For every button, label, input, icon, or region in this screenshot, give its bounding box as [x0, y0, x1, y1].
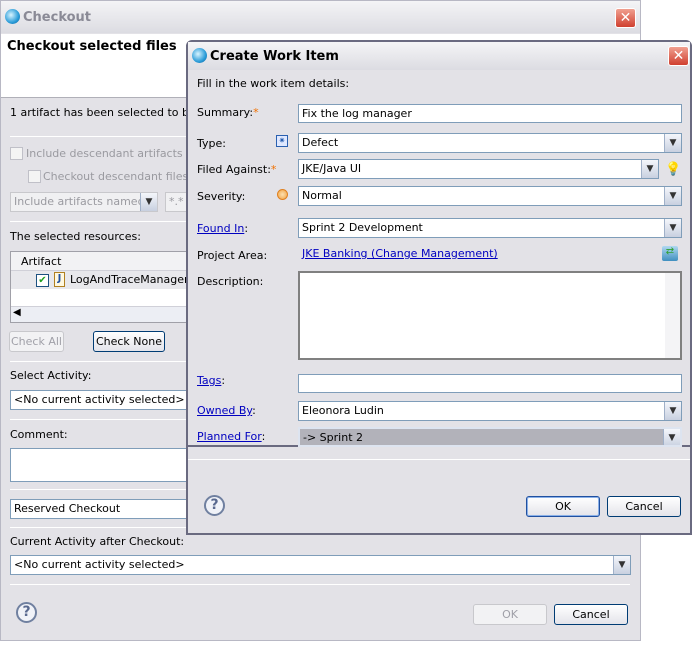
scroll-left-icon[interactable]: ◀: [13, 307, 21, 318]
description-label: Description:: [197, 275, 264, 288]
planned-for-label: Planned For:: [197, 430, 266, 443]
severity-normal-icon: [277, 189, 288, 200]
checkout-descendants-checkbox[interactable]: [28, 170, 41, 183]
table-row[interactable]: ✔ J LogAndTraceManager.ja: [11, 271, 201, 289]
info-text: 1 artifact has been selected to be ch: [10, 106, 213, 119]
filed-against-value: JKE/Java UI: [302, 162, 362, 175]
artifact-name: LogAndTraceManager.ja: [70, 273, 201, 286]
check-all-button[interactable]: Check All: [9, 331, 64, 352]
planned-for-select[interactable]: -> Sprint 2 ▼: [298, 427, 682, 447]
check-none-button[interactable]: Check None: [93, 331, 165, 352]
chevron-down-icon: ▼: [663, 429, 680, 445]
category-lightbulb-icon[interactable]: 💡: [665, 162, 681, 177]
chevron-down-icon: ▼: [613, 556, 630, 574]
work-item-title-bar: Create Work Item ✕: [188, 42, 690, 70]
intro-text: Fill in the work item details:: [197, 77, 350, 90]
project-area-label: Project Area:: [197, 249, 268, 262]
work-item-title: Create Work Item: [210, 48, 339, 64]
cancel-button[interactable]: Cancel: [554, 604, 628, 625]
ok-button[interactable]: OK: [526, 496, 600, 517]
help-icon[interactable]: ?: [16, 602, 37, 623]
found-in-label: Found In:: [197, 222, 249, 235]
chevron-down-icon: ▼: [664, 187, 681, 205]
checkout-title: Checkout: [23, 9, 92, 25]
current-activity-label: Current Activity after Checkout:: [10, 535, 185, 548]
include-descendants-label: Include descendant artifacts of th: [26, 147, 212, 160]
owned-by-select[interactable]: Eleonora Ludin ▼: [298, 401, 682, 421]
close-icon[interactable]: ✕: [615, 8, 636, 28]
app-logo-icon: [5, 9, 20, 24]
create-work-item-dialog: Create Work Item ✕ Fill in the work item…: [186, 40, 692, 447]
tags-label: Tags:: [197, 374, 226, 387]
type-value: Defect: [302, 136, 339, 149]
comment-label: Comment:: [10, 428, 68, 441]
severity-value: Normal: [302, 189, 342, 202]
checkout-title-bar: Checkout ✕: [1, 1, 640, 33]
page-title: Checkout selected files: [7, 39, 177, 54]
description-textarea[interactable]: [298, 271, 682, 360]
checkout-descendants-label: Checkout descendant files onl: [43, 170, 209, 183]
summary-label: Summary:*: [197, 106, 259, 119]
severity-select[interactable]: Normal ▼: [298, 186, 682, 206]
chevron-down-icon: ▼: [664, 219, 681, 237]
defect-type-icon: ✷: [276, 135, 288, 147]
filed-against-label: Filed Against:*: [197, 163, 277, 176]
description-scrollbar[interactable]: [665, 273, 680, 358]
tags-input[interactable]: [298, 374, 682, 393]
chevron-down-icon: ▼: [641, 160, 658, 178]
help-icon[interactable]: ?: [204, 495, 225, 516]
found-in-select[interactable]: Sprint 2 Development ▼: [298, 218, 682, 238]
chevron-down-icon: ▼: [664, 134, 681, 152]
tags-link[interactable]: Tags: [197, 374, 221, 387]
include-named-value: Include artifacts named:: [14, 195, 149, 208]
chevron-down-icon: ▼: [140, 193, 157, 211]
current-activity-select[interactable]: <No current activity selected> ▼: [10, 555, 631, 575]
owned-by-link[interactable]: Owned By: [197, 404, 252, 417]
ok-button[interactable]: OK: [473, 604, 547, 625]
type-select[interactable]: Defect ▼: [298, 133, 682, 153]
app-logo-icon: [192, 48, 207, 63]
owned-by-value: Eleonora Ludin: [302, 404, 384, 417]
checkout-type-select[interactable]: Reserved Checkout: [10, 499, 200, 519]
select-activity-label: Select Activity:: [10, 369, 92, 382]
planned-for-link[interactable]: Planned For: [197, 430, 262, 443]
horizontal-scrollbar[interactable]: ◀: [11, 306, 189, 322]
change-project-icon[interactable]: ⇄: [662, 246, 678, 261]
java-file-icon: J: [54, 272, 65, 287]
planned-for-value: -> Sprint 2: [303, 431, 364, 444]
found-in-link[interactable]: Found In: [197, 222, 244, 235]
summary-input[interactable]: Fix the log manager: [298, 104, 682, 123]
row-checkbox[interactable]: ✔: [36, 274, 49, 287]
found-in-value: Sprint 2 Development: [302, 221, 423, 234]
type-label: Type:: [197, 137, 226, 150]
table-header: Artifact: [11, 252, 189, 271]
current-activity-value: <No current activity selected>: [14, 558, 185, 571]
work-item-button-bar: ? OK Cancel: [186, 447, 692, 535]
chevron-down-icon: ▼: [664, 402, 681, 420]
severity-label: Severity:: [197, 190, 246, 203]
include-descendants-checkbox[interactable]: [10, 147, 23, 160]
cancel-button[interactable]: Cancel: [607, 496, 681, 517]
include-named-select[interactable]: Include artifacts named: ▼: [10, 192, 158, 212]
selected-resources-label: The selected resources:: [10, 230, 141, 243]
owned-by-label: Owned By:: [197, 404, 256, 417]
activity-select[interactable]: <No current activity selected>: [10, 390, 200, 410]
artifact-table: Artifact ✔ J LogAndTraceManager.ja ◀: [10, 251, 201, 323]
filed-against-select[interactable]: JKE/Java UI ▼: [298, 159, 659, 179]
close-icon[interactable]: ✕: [668, 46, 689, 66]
comment-textarea[interactable]: [10, 448, 200, 482]
project-area-link[interactable]: JKE Banking (Change Management): [302, 247, 498, 260]
